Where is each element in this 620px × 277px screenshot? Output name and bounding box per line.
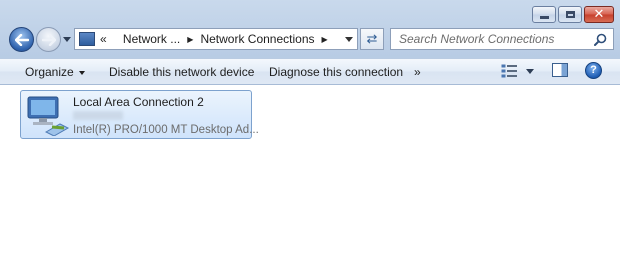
minimize-icon [539,15,549,19]
search-input[interactable] [397,31,596,47]
more-commands-button[interactable]: » [414,65,421,79]
caption-buttons: ✕ [532,6,614,23]
connection-name: Local Area Connection 2 [73,95,204,109]
recent-pages-dropdown-icon[interactable] [63,37,71,42]
preview-pane-icon[interactable] [552,63,568,77]
connection-device: Intel(R) PRO/1000 MT Desktop Ad... [73,124,259,136]
back-arrow-icon [14,33,29,46]
maximize-icon [565,11,575,18]
organize-label: Organize [25,65,74,79]
forward-arrow-icon [41,33,56,46]
breadcrumb-separator-icon [114,35,116,44]
organize-button[interactable]: Organize [25,65,85,79]
disable-device-button[interactable]: Disable this network device [109,65,254,79]
search-box[interactable] [390,28,614,50]
network-folder-icon [79,32,95,46]
close-icon: ✕ [593,7,605,22]
view-options-dropdown-icon[interactable] [526,69,534,74]
breadcrumb-arrow-icon[interactable]: ▶ [187,35,193,44]
address-bar[interactable]: « Network ... ▶ Network Connections ▶ [74,28,358,50]
breadcrumb-item-network-connections[interactable]: Network Connections [200,32,314,46]
change-view-icon[interactable] [501,64,519,78]
refresh-icon: ⇄ [366,31,378,46]
back-button[interactable] [9,27,34,52]
address-dropdown-icon[interactable] [345,37,353,42]
close-button[interactable]: ✕ [584,6,614,23]
redacted-status [73,111,123,120]
breadcrumb-item-network[interactable]: Network ... [123,32,180,46]
minimize-button[interactable] [532,6,556,23]
connection-item[interactable]: Local Area Connection 2 Intel(R) PRO/100… [20,90,259,139]
forward-button[interactable] [36,27,61,52]
connections-list: Local Area Connection 2 Intel(R) PRO/100… [0,85,620,277]
network-adapter-icon [27,96,70,136]
explorer-window: ✕ « Network ... ▶ Network Connections ▶ … [0,0,620,277]
organize-dropdown-icon [78,70,85,75]
refresh-button[interactable]: ⇄ [360,28,384,50]
diagnose-connection-button[interactable]: Diagnose this connection [269,65,403,79]
breadcrumb-overflow[interactable]: « [100,32,107,46]
breadcrumb-arrow-icon[interactable]: ▶ [322,35,328,44]
maximize-button[interactable] [558,6,582,23]
search-icon[interactable] [594,33,607,46]
help-icon[interactable]: ? [585,62,602,79]
